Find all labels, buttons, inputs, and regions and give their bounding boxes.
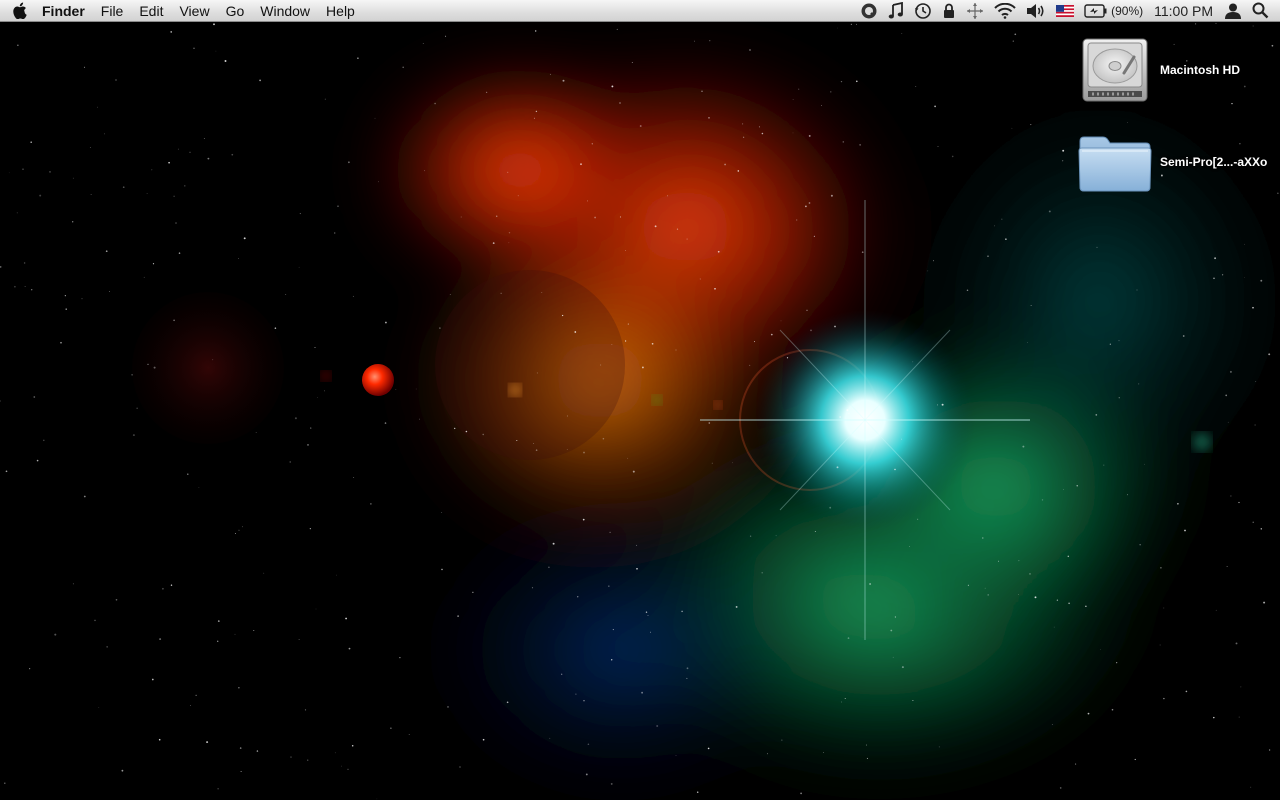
lock-icon[interactable] [937, 0, 961, 22]
desktop-icon-folder[interactable]: Semi-Pro[2...-aXXo [1077, 124, 1270, 200]
user-icon[interactable] [1219, 0, 1247, 22]
desktop-icon-label: Semi-Pro[2...-aXXo [1160, 154, 1268, 169]
spotlight-icon[interactable] [1247, 0, 1274, 22]
time-machine-icon[interactable] [909, 0, 937, 22]
quicktime-icon[interactable] [855, 0, 883, 22]
wallpaper [0, 0, 1280, 800]
menu-file[interactable]: File [93, 0, 132, 22]
menu-edit[interactable]: Edit [131, 0, 171, 22]
us-flag-icon[interactable] [1051, 0, 1079, 22]
desktop-icon-macintosh-hd[interactable]: Macintosh HD [1077, 32, 1270, 108]
menu-window[interactable]: Window [252, 0, 318, 22]
folder-icon [1077, 124, 1153, 200]
spaces-icon[interactable] [961, 0, 989, 22]
volume-icon[interactable] [1021, 0, 1051, 22]
battery-charging-icon [1084, 3, 1107, 18]
desktop[interactable]: Finder File Edit View Go Window Help (90… [0, 0, 1280, 800]
hard-drive-icon [1077, 32, 1153, 108]
battery-status[interactable]: (90%) [1079, 0, 1148, 22]
clock[interactable]: 11:00 PM [1148, 0, 1219, 22]
menu-view[interactable]: View [171, 0, 217, 22]
itunes-icon[interactable] [883, 0, 909, 22]
desktop-icon-label: Macintosh HD [1160, 62, 1241, 77]
battery-percent: (90%) [1111, 3, 1144, 18]
apple-icon[interactable] [0, 0, 38, 22]
menu-app-finder[interactable]: Finder [38, 0, 93, 22]
menu-bar: Finder File Edit View Go Window Help (90… [0, 0, 1280, 22]
menu-help[interactable]: Help [318, 0, 363, 22]
wifi-icon[interactable] [989, 0, 1021, 22]
menu-go[interactable]: Go [218, 0, 253, 22]
